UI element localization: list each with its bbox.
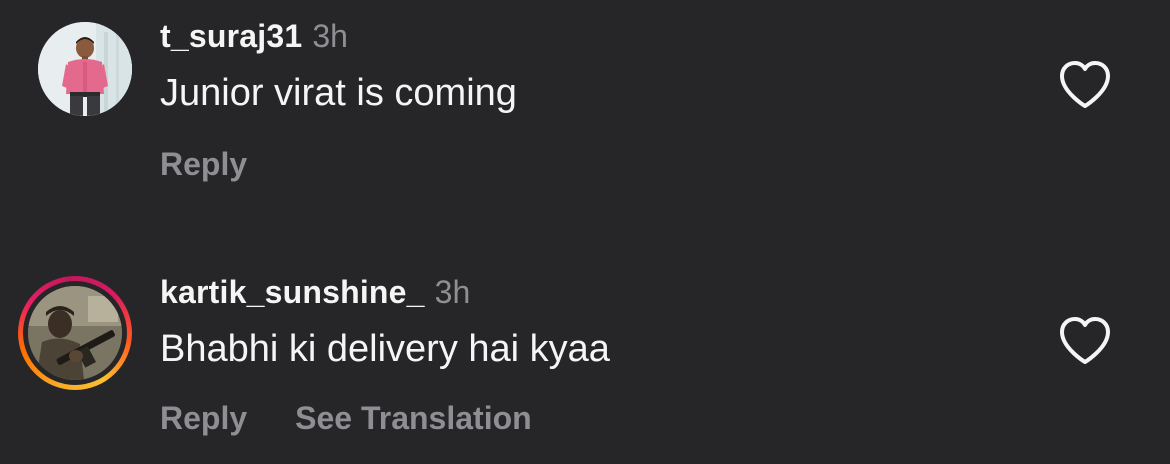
comment-actions: Reply See Translation [160, 400, 580, 437]
avatar[interactable] [18, 276, 132, 390]
comment-meta: t_suraj31 3h [160, 18, 348, 62]
avatar-man-pink-shirt-icon [38, 22, 132, 116]
comment-text: Bhabhi ki delivery hai kyaa [160, 328, 610, 370]
comment-item: kartik_sunshine_ 3h Bhabhi ki delivery ha… [0, 256, 1170, 464]
username[interactable]: t_suraj31 [160, 18, 302, 54]
like-button[interactable] [1058, 316, 1112, 366]
reply-button[interactable]: Reply [160, 146, 247, 182]
comment-meta: kartik_sunshine_ 3h [160, 274, 470, 318]
comment-item: t_suraj31 3h Junior virat is coming Reply [0, 0, 1170, 232]
avatar-image [28, 286, 122, 380]
comment-text: Junior virat is coming [160, 72, 517, 114]
reply-button[interactable]: Reply [160, 400, 247, 436]
avatar[interactable] [38, 22, 132, 116]
heart-outline-icon [1060, 317, 1110, 364]
timestamp: 3h [434, 274, 471, 310]
username[interactable]: kartik_sunshine_ [160, 274, 425, 310]
avatar-soldier-icon [28, 286, 122, 380]
see-translation-button[interactable]: See Translation [295, 400, 532, 436]
timestamp: 3h [312, 18, 348, 54]
like-button[interactable] [1058, 60, 1112, 110]
comment-actions: Reply [160, 146, 295, 183]
heart-outline-icon [1060, 61, 1110, 108]
